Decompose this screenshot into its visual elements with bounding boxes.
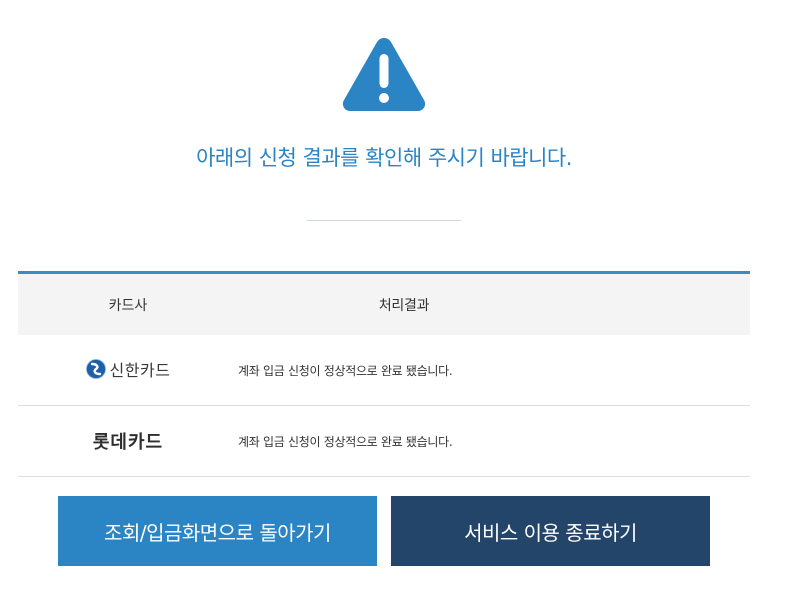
divider — [307, 220, 461, 221]
result-page: 아래의 신청 결과를 확인해 주시기 바랍니다. 카드사 처리결과 신한카드 계… — [0, 0, 806, 590]
result-table: 카드사 처리결과 신한카드 계좌 입금 신청이 정상적으로 완료 됐습니다. 롯… — [18, 271, 750, 477]
company-cell: 신한카드 — [18, 357, 238, 383]
back-to-inquiry-button[interactable]: 조회/입금화면으로 돌아가기 — [58, 496, 377, 566]
company-name: 롯데카드 — [92, 432, 164, 453]
end-service-button[interactable]: 서비스 이용 종료하기 — [391, 496, 710, 566]
company-name: 신한카드 — [109, 361, 171, 380]
lotte-logo: 롯데카드 — [93, 428, 163, 454]
shinhan-logo: 신한카드 — [85, 357, 171, 381]
company-cell: 롯데카드 — [18, 428, 238, 454]
table-row: 롯데카드 계좌 입금 신청이 정상적으로 완료 됐습니다. — [18, 406, 750, 477]
header-company: 카드사 — [108, 297, 148, 314]
result-cell: 계좌 입금 신청이 정상적으로 완료 됐습니다. — [238, 434, 453, 449]
table-row: 신한카드 계좌 입금 신청이 정상적으로 완료 됐습니다. — [18, 335, 750, 406]
page-headline: 아래의 신청 결과를 확인해 주시기 바랍니다. — [196, 146, 572, 170]
shinhan-logo-icon — [85, 359, 106, 379]
result-cell: 계좌 입금 신청이 정상적으로 완료 됐습니다. — [238, 363, 453, 378]
warning-triangle-icon — [342, 38, 426, 111]
header-result: 처리결과 — [378, 297, 430, 314]
table-header-row: 카드사 처리결과 — [18, 274, 750, 335]
